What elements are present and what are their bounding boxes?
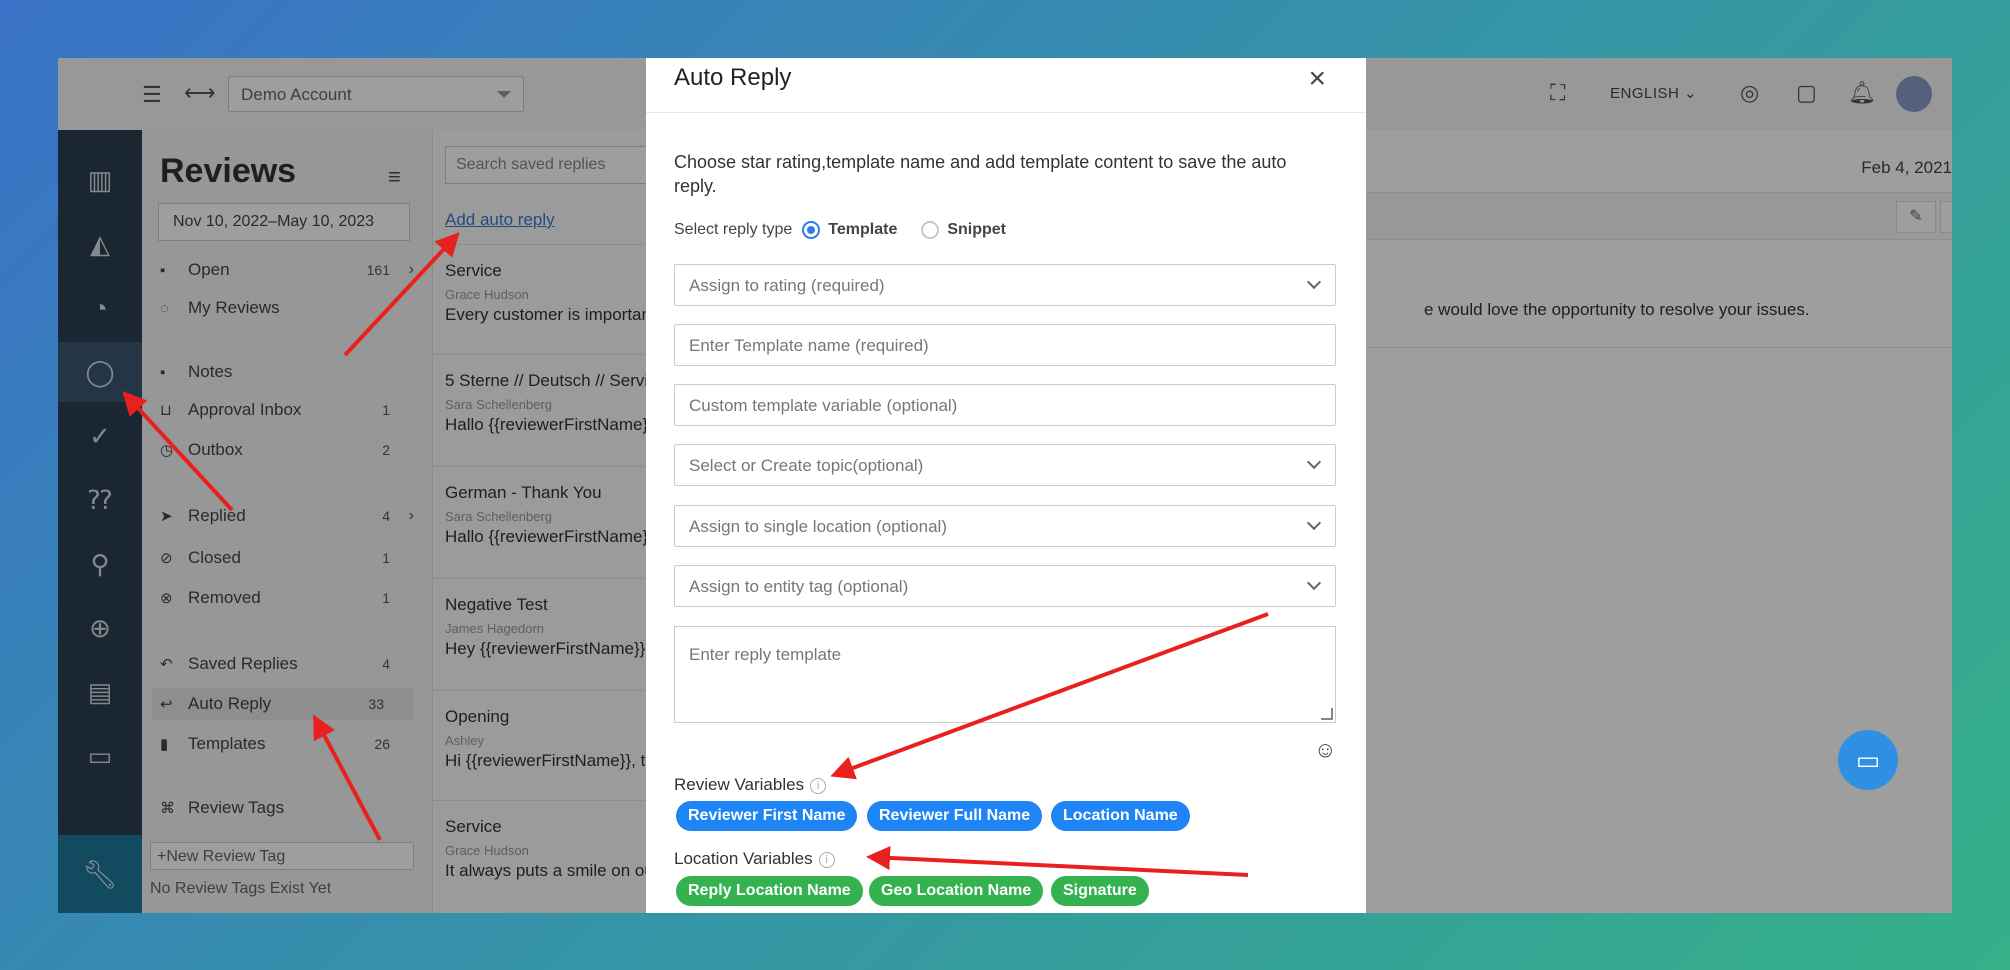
reply-template-textarea[interactable]: Enter reply template (674, 626, 1336, 723)
chevron-down-icon (1306, 515, 1322, 531)
review-variables-heading: Review Variables i (674, 775, 827, 795)
close-icon[interactable]: × (1308, 62, 1326, 96)
variable-chip-reply-location-name[interactable]: Reply Location Name (676, 876, 863, 906)
radio-template[interactable] (802, 221, 821, 239)
variable-chip-reviewer-first-name[interactable]: Reviewer First Name (676, 801, 858, 831)
variable-chip-geo-location-name[interactable]: Geo Location Name (869, 876, 1044, 906)
custom-variable-placeholder: Custom template variable (optional) (689, 396, 958, 415)
radio-snippet-label[interactable]: Snippet (947, 221, 1006, 239)
entity-tag-placeholder: Assign to entity tag (optional) (689, 577, 909, 596)
emoji-icon[interactable]: ☺ (1314, 737, 1336, 763)
variable-chip-location-name[interactable]: Location Name (1051, 801, 1190, 831)
reply-template-placeholder: Enter reply template (689, 645, 842, 664)
template-name-placeholder: Enter Template name (required) (689, 336, 929, 355)
location-select[interactable]: Assign to single location (optional) (674, 505, 1336, 547)
chat-launcher-icon[interactable]: ▭ (1838, 730, 1898, 790)
reply-type-group: Select reply type Template Snippet (674, 221, 1006, 239)
chevron-down-icon (1306, 274, 1322, 290)
rating-select[interactable]: Assign to rating (required) (674, 264, 1336, 306)
variable-chip-reviewer-full-name[interactable]: Reviewer Full Name (867, 801, 1043, 831)
custom-variable-field[interactable]: Custom template variable (optional) (674, 384, 1336, 426)
reply-type-label: Select reply type (674, 221, 793, 238)
chevron-down-icon (1306, 575, 1322, 591)
modal-header: Auto Reply × (646, 58, 1366, 113)
location-variables-heading: Location Variables i (674, 849, 835, 869)
modal-description: Choose star rating,template name and add… (674, 152, 1287, 196)
variable-chip-signature[interactable]: Signature (1051, 876, 1149, 906)
radio-snippet[interactable] (921, 221, 940, 239)
location-variables-label: Location Variables (674, 849, 813, 868)
review-variables-label: Review Variables (674, 775, 805, 794)
entity-tag-select[interactable]: Assign to entity tag (optional) (674, 565, 1336, 607)
radio-template-label[interactable]: Template (828, 221, 897, 239)
info-icon[interactable]: i (818, 852, 835, 868)
location-select-placeholder: Assign to single location (optional) (689, 517, 947, 536)
modal-title: Auto Reply (674, 64, 792, 91)
resize-handle-icon[interactable] (1321, 708, 1333, 720)
template-name-field[interactable]: Enter Template name (required) (674, 324, 1336, 366)
topic-select-placeholder: Select or Create topic(optional) (689, 456, 924, 475)
info-icon[interactable]: i (810, 778, 827, 794)
rating-select-placeholder: Assign to rating (required) (689, 276, 885, 295)
auto-reply-modal: Auto Reply × Choose star rating,template… (646, 58, 1366, 913)
chevron-down-icon (1306, 454, 1322, 470)
topic-select[interactable]: Select or Create topic(optional) (674, 444, 1336, 486)
